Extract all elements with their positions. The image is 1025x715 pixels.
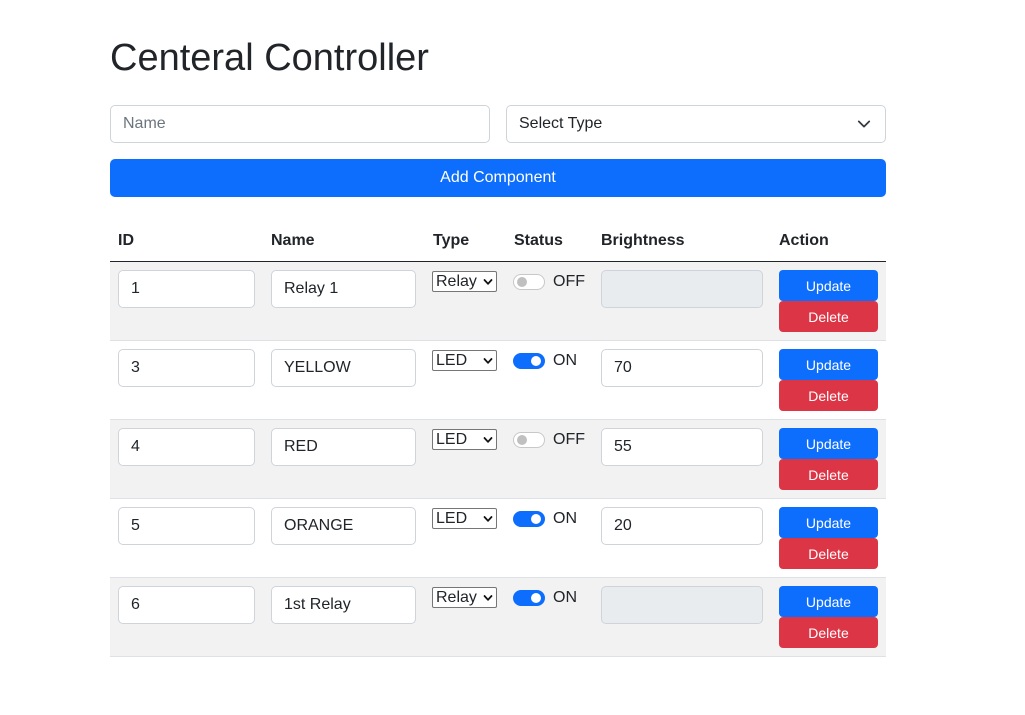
chevron-down-icon — [483, 595, 493, 601]
brightness-value: 20 — [614, 517, 632, 534]
chevron-down-icon — [483, 358, 493, 364]
header-action: Action — [779, 232, 829, 249]
toggle-knob — [517, 435, 527, 445]
id-field[interactable]: 5 — [118, 507, 255, 545]
table-body: 1 Relay 1 Relay OFF Update Delete 3 YELLOW LED ON… — [110, 262, 886, 657]
chevron-down-icon — [857, 120, 871, 128]
brightness-field — [601, 270, 763, 308]
status-label: ON — [553, 589, 577, 606]
type-select[interactable]: LED — [432, 350, 497, 371]
update-button[interactable]: Update — [779, 507, 878, 538]
page-title: Centeral Controller — [110, 37, 429, 79]
update-button[interactable]: Update — [779, 270, 878, 301]
component-name-value: RED — [284, 438, 318, 455]
status-toggle[interactable] — [513, 511, 545, 527]
update-button[interactable]: Update — [779, 349, 878, 380]
id-field[interactable]: 4 — [118, 428, 255, 466]
id-value: 5 — [131, 517, 140, 534]
id-field[interactable]: 3 — [118, 349, 255, 387]
table-row: 5 ORANGE LED ON 20 Update Delete — [110, 499, 886, 578]
update-button[interactable]: Update — [779, 428, 878, 459]
type-value: LED — [436, 510, 468, 527]
type-select[interactable]: Select Type — [506, 105, 886, 143]
component-name-value: Relay 1 — [284, 280, 339, 297]
brightness-field[interactable]: 20 — [601, 507, 763, 545]
brightness-field[interactable]: 70 — [601, 349, 763, 387]
id-value: 6 — [131, 596, 140, 613]
delete-button[interactable]: Delete — [779, 459, 878, 490]
type-value: Relay — [436, 273, 477, 290]
component-name-field[interactable]: 1st Relay — [271, 586, 416, 624]
type-value: Relay — [436, 589, 477, 606]
status-toggle[interactable] — [513, 432, 545, 448]
type-value: LED — [436, 431, 468, 448]
type-select-value: Select Type — [519, 115, 603, 132]
component-name-value: YELLOW — [284, 359, 351, 376]
name-input[interactable] — [110, 105, 490, 143]
component-name-field[interactable]: Relay 1 — [271, 270, 416, 308]
id-field[interactable]: 6 — [118, 586, 255, 624]
chevron-down-icon — [483, 437, 493, 443]
brightness-value: 55 — [614, 438, 632, 455]
brightness-value: 70 — [614, 359, 632, 376]
header-status: Status — [514, 232, 563, 249]
table-header: ID Name Type Status Brightness Action — [110, 220, 886, 262]
table-row: 4 RED LED OFF 55 Update Delete — [110, 420, 886, 499]
add-component-button[interactable]: Add Component — [110, 159, 886, 197]
type-select[interactable]: Relay — [432, 587, 497, 608]
status-toggle[interactable] — [513, 590, 545, 606]
table-row: 3 YELLOW LED ON 70 Update Delete — [110, 341, 886, 420]
header-type: Type — [433, 232, 470, 249]
chevron-down-icon — [483, 516, 493, 522]
type-value: LED — [436, 352, 468, 369]
id-value: 4 — [131, 438, 140, 455]
status-toggle[interactable] — [513, 274, 545, 290]
component-name-value: 1st Relay — [284, 596, 351, 613]
toggle-knob — [531, 356, 541, 366]
component-name-field[interactable]: ORANGE — [271, 507, 416, 545]
brightness-field — [601, 586, 763, 624]
header-brightness: Brightness — [601, 232, 685, 249]
header-name: Name — [271, 232, 315, 249]
id-field[interactable]: 1 — [118, 270, 255, 308]
component-name-field[interactable]: YELLOW — [271, 349, 416, 387]
update-button[interactable]: Update — [779, 586, 878, 617]
status-label: OFF — [553, 273, 585, 290]
table-row: 1 Relay 1 Relay OFF Update Delete — [110, 262, 886, 341]
brightness-field[interactable]: 55 — [601, 428, 763, 466]
component-name-field[interactable]: RED — [271, 428, 416, 466]
status-toggle[interactable] — [513, 353, 545, 369]
add-component-form: Select Type — [110, 105, 886, 143]
header-id: ID — [118, 232, 134, 249]
toggle-knob — [517, 277, 527, 287]
component-name-value: ORANGE — [284, 517, 354, 534]
status-label: ON — [553, 352, 577, 369]
id-value: 3 — [131, 359, 140, 376]
type-select[interactable]: LED — [432, 429, 497, 450]
components-table: ID Name Type Status Brightness Action 1 R… — [110, 220, 886, 657]
delete-button[interactable]: Delete — [779, 380, 878, 411]
toggle-knob — [531, 514, 541, 524]
delete-button[interactable]: Delete — [779, 617, 878, 648]
delete-button[interactable]: Delete — [779, 301, 878, 332]
type-select[interactable]: LED — [432, 508, 497, 529]
status-label: OFF — [553, 431, 585, 448]
chevron-down-icon — [483, 279, 493, 285]
status-label: ON — [553, 510, 577, 527]
table-row: 6 1st Relay Relay ON Update Delete — [110, 578, 886, 657]
type-select[interactable]: Relay — [432, 271, 497, 292]
id-value: 1 — [131, 280, 140, 297]
toggle-knob — [531, 593, 541, 603]
delete-button[interactable]: Delete — [779, 538, 878, 569]
